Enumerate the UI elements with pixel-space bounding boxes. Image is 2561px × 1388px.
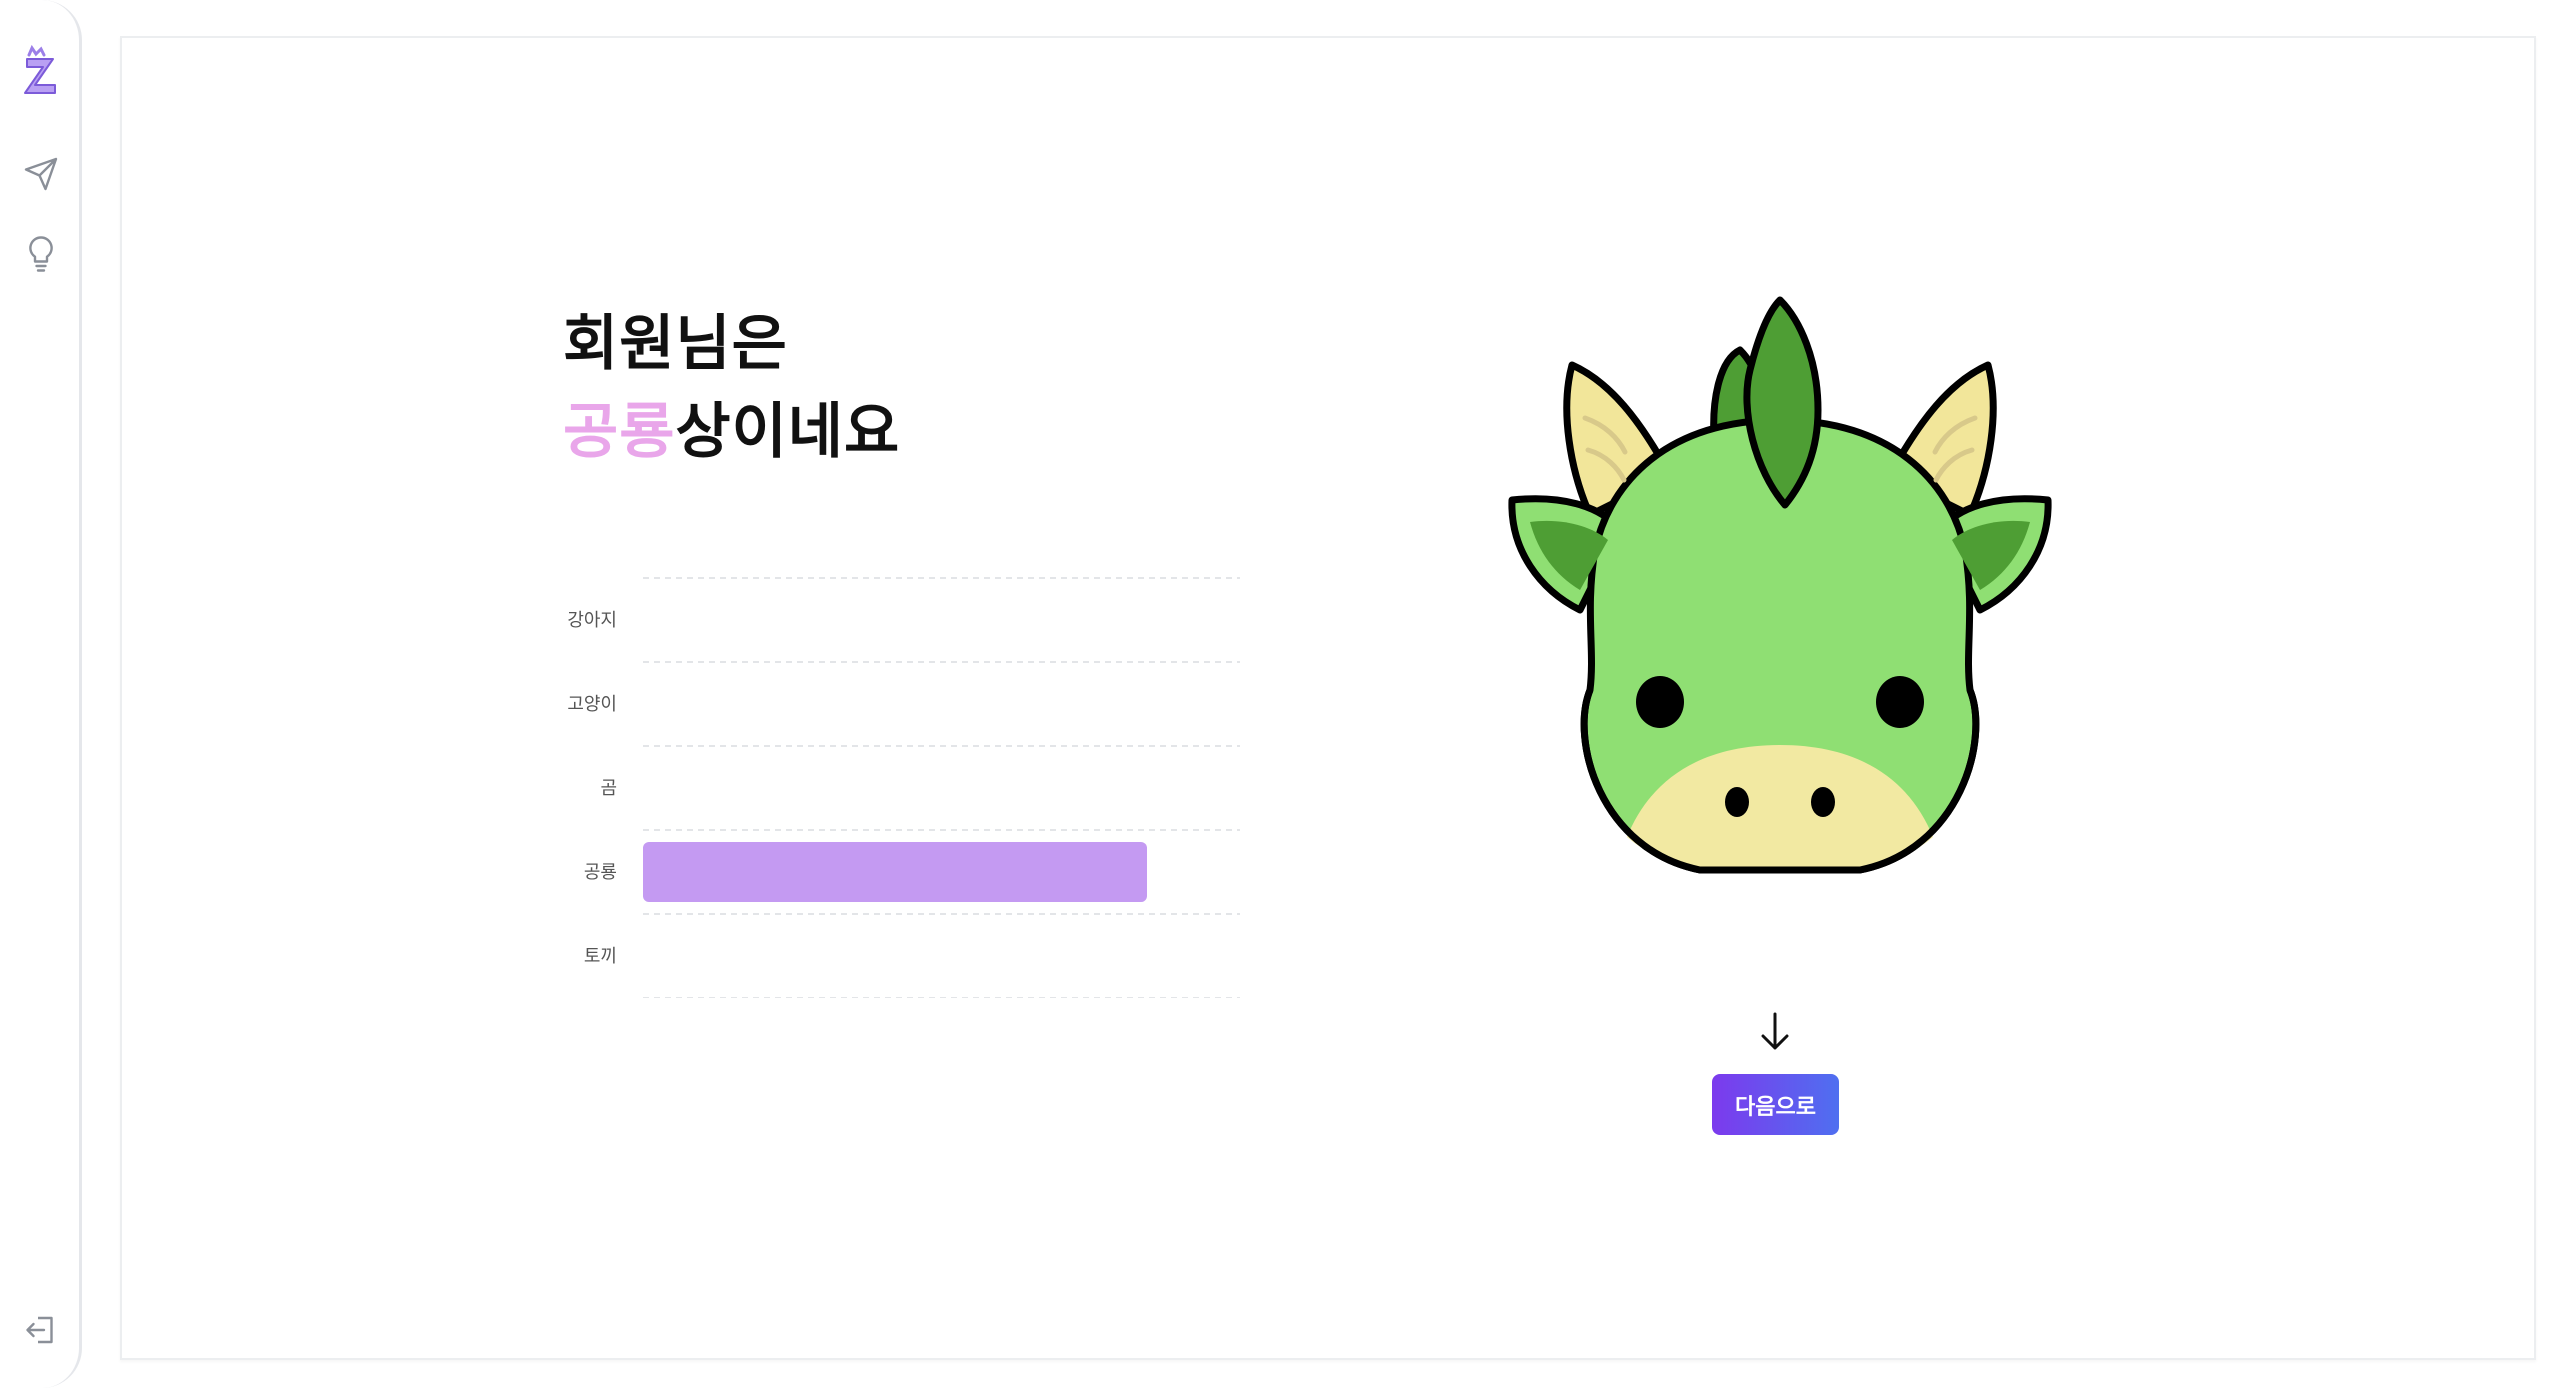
bar-4: [643, 842, 1147, 902]
lightbulb-icon: [29, 236, 53, 272]
dragon-character-illustration: [1508, 296, 2052, 874]
idea-nav-item[interactable]: [17, 230, 65, 278]
category-label: 고양이: [567, 694, 617, 715]
app-logo[interactable]: [17, 45, 65, 96]
category-label: 공룡: [584, 862, 617, 883]
title-line-1: 회원님은: [563, 309, 788, 379]
logout-nav-item[interactable]: [17, 1306, 65, 1354]
title-line-2: 공룡상이네요: [563, 388, 900, 476]
next-button[interactable]: 다음으로: [1712, 1074, 1839, 1135]
category-label: 곰: [600, 778, 617, 799]
category-label: 강아지: [567, 610, 617, 631]
send-nav-item[interactable]: [17, 150, 65, 198]
result-panel: [120, 36, 2536, 1360]
title-line-2-rest: 상이네요: [675, 397, 901, 467]
animal-type-bar-chart: 강아지고양이곰공룡토끼: [567, 577, 1240, 998]
logout-icon: [26, 1316, 53, 1344]
result-highlight: 공룡: [563, 397, 676, 467]
send-icon: [24, 157, 58, 191]
result-title: 회원님은 공룡상이네요: [563, 300, 900, 476]
sidebar: [0, 0, 82, 1388]
arrow-down-icon: [1761, 1012, 1789, 1050]
category-label: 토끼: [584, 946, 617, 967]
logo-icon: [24, 45, 56, 94]
